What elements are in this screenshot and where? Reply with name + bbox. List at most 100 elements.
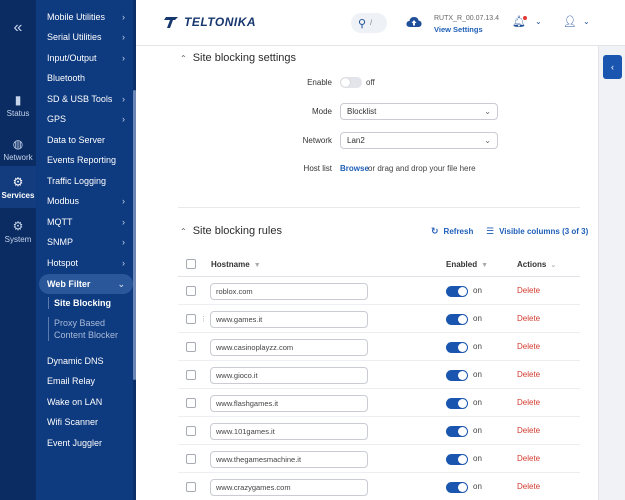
menu-item-email-relay[interactable]: Email Relay: [39, 371, 133, 391]
menu-item-data-to-server[interactable]: Data to Server: [39, 130, 133, 150]
menu-item-gps[interactable]: GPS ›: [39, 109, 133, 129]
delete-button[interactable]: Delete: [517, 482, 540, 491]
settings-section-header[interactable]: ⌃ Site blocking settings: [180, 52, 296, 64]
drag-handle-icon[interactable]: ⋮: [200, 315, 207, 323]
delete-button[interactable]: Delete: [517, 398, 540, 407]
notifications-button[interactable]: 🔔︎ ⌄: [512, 15, 542, 28]
rail-item-services[interactable]: ⚙ Services: [0, 166, 36, 208]
hostname-input[interactable]: www.casinoplayzz.com: [210, 339, 368, 356]
mode-select[interactable]: Blocklist ⌄: [340, 103, 498, 120]
row-checkbox[interactable]: [186, 370, 196, 380]
enable-toggle[interactable]: [340, 77, 362, 88]
menu-item-event-juggler[interactable]: Event Juggler: [39, 433, 133, 453]
rail-item-system[interactable]: ⚙ System: [0, 210, 36, 252]
hostname-input[interactable]: www.thegamesmachine.it: [210, 451, 368, 468]
firmware-version: RUTX_R_00.07.13.4: [434, 15, 499, 22]
menu-item-web-filter[interactable]: Web Filter ⌄: [39, 274, 133, 294]
row-checkbox[interactable]: [186, 454, 196, 464]
search-button[interactable]: ⚲ /: [351, 13, 387, 33]
menu-item-label: Event Juggler: [47, 438, 103, 448]
row-enabled-toggle[interactable]: [446, 426, 468, 437]
rules-section-header[interactable]: ⌃ Site blocking rules: [180, 225, 282, 237]
row-enabled-state: on: [473, 314, 482, 323]
network-value: Lan2: [347, 136, 365, 145]
delete-button[interactable]: Delete: [517, 426, 540, 435]
row-checkbox[interactable]: [186, 342, 196, 352]
cloud-upload-icon[interactable]: [406, 15, 422, 29]
chevron-right-icon: ›: [122, 32, 125, 42]
row-enabled-toggle[interactable]: [446, 454, 468, 465]
row-checkbox[interactable]: [186, 398, 196, 408]
menu-item-bluetooth[interactable]: Bluetooth: [39, 68, 133, 88]
browse-button[interactable]: Browse: [340, 164, 369, 173]
row-checkbox[interactable]: [186, 314, 196, 324]
menu-item-traffic-logging[interactable]: Traffic Logging: [39, 171, 133, 191]
hostname-column-header[interactable]: Hostname ▼: [211, 260, 261, 269]
row-enabled-toggle[interactable]: [446, 286, 468, 297]
menu-item-wake-on-lan[interactable]: Wake on LAN: [39, 392, 133, 412]
user-menu-button[interactable]: 👤︎ ⌄: [563, 15, 590, 28]
menu-item-dynamic-dns[interactable]: Dynamic DNS: [39, 351, 133, 371]
menu-item-label: Serial Utilities: [47, 32, 102, 42]
hostname-input[interactable]: roblox.com: [210, 283, 368, 300]
menu-item-mqtt[interactable]: MQTT ›: [39, 212, 133, 232]
row-enabled-toggle[interactable]: [446, 342, 468, 353]
menu-item-mobile-utilities[interactable]: Mobile Utilities ›: [39, 7, 133, 27]
row-enabled-state: on: [473, 426, 482, 435]
network-label: Network: [302, 136, 332, 145]
menu-item-label: Web Filter: [47, 279, 91, 289]
row-checkbox[interactable]: [186, 286, 196, 296]
enabled-column-header[interactable]: Enabled ▼: [446, 260, 488, 269]
menu-item-input-output[interactable]: Input/Output ›: [39, 48, 133, 68]
drop-hint: or drag and drop your file here: [368, 164, 476, 173]
chevron-up-icon: ⌃: [180, 53, 187, 63]
menu-item-label: Dynamic DNS: [47, 356, 104, 366]
row-checkbox[interactable]: [186, 482, 196, 492]
services-menu: Mobile Utilities › Serial Utilities › Inpu…: [36, 0, 136, 500]
view-settings-link[interactable]: View Settings: [434, 24, 499, 35]
rail-item-status[interactable]: ▮ Status: [0, 84, 36, 126]
network-select[interactable]: Lan2 ⌄: [340, 132, 498, 149]
menu-item-snmp[interactable]: SNMP ›: [39, 232, 133, 252]
menu-item-label: Email Relay: [47, 376, 96, 386]
expand-panel-button[interactable]: ‹: [603, 55, 622, 79]
row-enabled-toggle[interactable]: [446, 398, 468, 409]
menu-sub-proxy-content-blocker[interactable]: Proxy Based Content Blocker: [48, 317, 132, 341]
table-row: www.casinoplayzz.com on Delete: [178, 333, 580, 361]
teltonika-logo[interactable]: TELTONIKA: [164, 14, 256, 30]
actions-column-header[interactable]: Actions ⌄: [517, 260, 556, 269]
settings-title: Site blocking settings: [192, 52, 297, 64]
refresh-button[interactable]: ↻ Refresh: [431, 226, 473, 237]
menu-item-hotspot[interactable]: Hotspot ›: [39, 253, 133, 273]
row-checkbox[interactable]: [186, 426, 196, 436]
rail-item-label: System: [4, 234, 32, 244]
menu-item-events-reporting[interactable]: Events Reporting: [39, 150, 133, 170]
hostname-input[interactable]: www.flashgames.it: [210, 395, 368, 412]
menu-item-wifi-scanner[interactable]: Wifi Scanner: [39, 412, 133, 432]
menu-sub-site-blocking[interactable]: Site Blocking: [48, 297, 132, 309]
delete-button[interactable]: Delete: [517, 370, 540, 379]
row-enabled-toggle[interactable]: [446, 314, 468, 325]
delete-button[interactable]: Delete: [517, 454, 540, 463]
hostname-input[interactable]: www.101games.it: [210, 423, 368, 440]
chevron-right-icon: ›: [122, 258, 125, 268]
row-enabled-toggle[interactable]: [446, 370, 468, 381]
chevron-right-icon: ›: [122, 237, 125, 247]
row-enabled-toggle[interactable]: [446, 482, 468, 493]
menu-item-serial-utilities[interactable]: Serial Utilities ›: [39, 27, 133, 47]
delete-button[interactable]: Delete: [517, 286, 540, 295]
hostname-input[interactable]: www.crazygames.com: [210, 479, 368, 496]
menu-item-sd-usb-tools[interactable]: SD & USB Tools ›: [39, 89, 133, 109]
hostname-input[interactable]: www.gioco.it: [210, 367, 368, 384]
delete-button[interactable]: Delete: [517, 342, 540, 351]
hostname-input[interactable]: www.games.it: [210, 311, 368, 328]
select-all-checkbox[interactable]: [186, 259, 196, 269]
rail-item-network[interactable]: ◍ Network: [0, 128, 36, 170]
delete-button[interactable]: Delete: [517, 314, 540, 323]
chevron-right-icon: ›: [122, 114, 125, 124]
columns-icon: ☰: [486, 226, 495, 236]
collapse-sidebar-icon[interactable]: «: [0, 14, 36, 42]
menu-item-modbus[interactable]: Modbus ›: [39, 191, 133, 211]
rail-item-label: Network: [3, 152, 33, 162]
visible-columns-button[interactable]: ☰ Visible columns (3 of 3): [486, 226, 588, 237]
